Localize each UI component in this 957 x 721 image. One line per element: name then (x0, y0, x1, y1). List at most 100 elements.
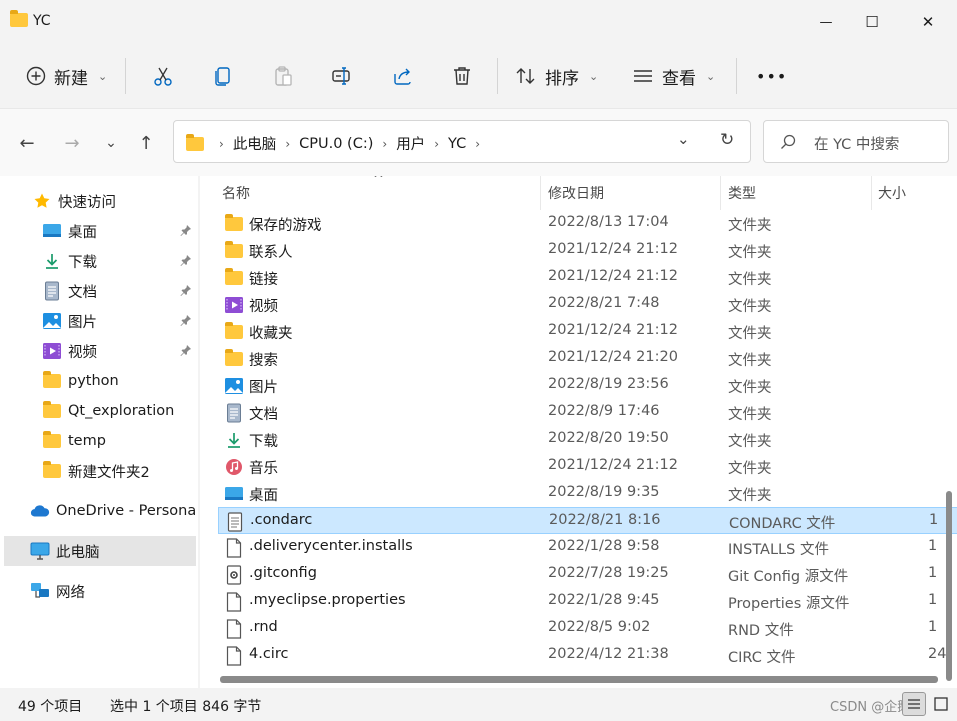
file-row[interactable]: 图片 2022/8/19 23:56 文件夹 (218, 372, 957, 399)
file-row[interactable]: 下载 2022/8/20 19:50 文件夹 (218, 426, 957, 453)
sidebar-item[interactable]: 快速访问 (4, 186, 196, 216)
tiles-view-button[interactable] (929, 692, 953, 716)
minimize-icon: — (819, 14, 833, 30)
minimize-button[interactable]: — (803, 6, 849, 38)
file-row[interactable]: 文档 2022/8/9 17:46 文件夹 (218, 399, 957, 426)
file-date-modified: 2022/8/9 17:46 (548, 403, 660, 419)
file-size: 1 (928, 538, 938, 554)
breadcrumb-yc[interactable]: YC (448, 136, 466, 152)
vertical-scrollbar[interactable] (946, 491, 952, 681)
file-row[interactable]: 联系人 2021/12/24 21:12 文件夹 (218, 237, 957, 264)
pin-icon (180, 344, 192, 360)
address-bar[interactable]: › 此电脑 › CPU.0 (C:) › 用户 › YC › ⌄ ↻ (173, 120, 751, 163)
new-button[interactable]: 新建 ⌄ (26, 58, 107, 94)
sidebar-item[interactable]: Qt_exploration (4, 396, 196, 426)
copy-button[interactable] (212, 58, 234, 94)
sidebar-item[interactable]: 新建文件夹2 (4, 456, 196, 486)
sidebar-item[interactable]: OneDrive - Persona (4, 496, 196, 526)
maximize-button[interactable]: ☐ (849, 6, 895, 38)
close-button[interactable]: ✕ (905, 6, 951, 38)
sidebar-item-label: 新建文件夹2 (68, 464, 150, 481)
refresh-button[interactable]: ↻ (720, 130, 734, 150)
sidebar-item-label: 图片 (68, 314, 97, 331)
sidebar-item[interactable]: 下载 (4, 246, 196, 276)
address-dropdown-button[interactable]: ⌄ (677, 130, 690, 148)
breadcrumb-separator[interactable]: › (219, 137, 224, 151)
column-header-size[interactable]: 大小 (878, 176, 938, 210)
rename-button[interactable] (331, 58, 353, 94)
forward-arrow-icon: → (64, 132, 80, 154)
sidebar-item[interactable]: 文档 (4, 276, 196, 306)
file-type: CONDARC 文件 (729, 516, 836, 532)
search-icon (781, 134, 796, 149)
chevron-down-icon: ⌄ (706, 69, 716, 83)
onedrive-icon (30, 501, 50, 521)
breadcrumb-separator[interactable]: › (382, 137, 387, 151)
view-button[interactable]: 查看 ⌄ (632, 58, 715, 94)
sidebar-item[interactable]: 桌面 (4, 216, 196, 246)
sidebar-item-label: Qt_exploration (68, 403, 175, 419)
file-row[interactable]: 链接 2021/12/24 21:12 文件夹 (218, 264, 957, 291)
chevron-down-icon: ⌄ (98, 69, 108, 83)
column-divider[interactable] (871, 176, 872, 210)
maximize-icon: ☐ (865, 13, 879, 31)
search-input[interactable]: 在 YC 中搜索 (763, 120, 949, 163)
file-row[interactable]: .myeclipse.properties 2022/1/28 9:45 Prope… (218, 588, 957, 615)
column-header-date[interactable]: 修改日期 (548, 176, 718, 210)
file-row[interactable]: 4.circ 2022/4/12 21:38 CIRC 文件 24 (218, 642, 957, 669)
file-type: 文件夹 (728, 380, 772, 396)
pin-icon (180, 224, 192, 240)
file-size: 1 (928, 619, 938, 635)
sidebar-item[interactable]: 视频 (4, 336, 196, 366)
delete-button[interactable] (451, 58, 473, 94)
file-row[interactable]: 视频 2022/8/21 7:48 文件夹 (218, 291, 957, 318)
breadcrumb-this-pc[interactable]: 此电脑 (233, 133, 277, 154)
cut-button[interactable] (152, 58, 174, 94)
sidebar-item[interactable]: 此电脑 (4, 536, 196, 566)
sidebar-item[interactable]: 网络 (4, 576, 196, 606)
sort-label: 排序 (545, 68, 579, 89)
sidebar-item[interactable]: python (4, 366, 196, 396)
file-row[interactable]: .condarc 2022/8/21 8:16 CONDARC 文件 1 (218, 507, 957, 534)
horizontal-scrollbar[interactable] (220, 676, 938, 683)
breadcrumb-separator[interactable]: › (285, 137, 290, 151)
share-button[interactable] (392, 58, 414, 94)
column-divider[interactable] (720, 176, 721, 210)
file-row[interactable]: 音乐 2021/12/24 21:12 文件夹 (218, 453, 957, 480)
recent-locations-button[interactable]: ⌄ (99, 131, 123, 155)
sort-ascending-icon: ^ (373, 176, 384, 187)
file-row[interactable]: 桌面 2022/8/19 9:35 文件夹 (218, 480, 957, 507)
column-header-date-label: 修改日期 (548, 186, 604, 202)
file-row[interactable]: .deliverycenter.installs 2022/1/28 9:58 IN… (218, 534, 957, 561)
paste-button[interactable] (272, 58, 294, 94)
breadcrumb-separator[interactable]: › (475, 137, 480, 151)
breadcrumb-drive[interactable]: CPU.0 (C:) (299, 136, 373, 152)
more-button[interactable]: ••• (756, 58, 787, 94)
file-row[interactable]: 搜索 2021/12/24 21:20 文件夹 (218, 345, 957, 372)
status-bar: 49 个项目 选中 1 个项目 846 字节 CSDN @企鹅75 (0, 688, 957, 721)
selection-info: 选中 1 个项目 846 字节 (110, 699, 262, 715)
back-button[interactable]: ← (15, 131, 39, 155)
sidebar-item[interactable]: temp (4, 426, 196, 456)
file-row[interactable]: 保存的游戏 2022/8/13 17:04 文件夹 (218, 210, 957, 237)
details-view-button[interactable] (902, 692, 926, 716)
file-row[interactable]: .gitconfig 2022/7/28 19:25 Git Config 源文件 1 (218, 561, 957, 588)
folder-icon (224, 241, 244, 261)
sort-button[interactable]: 排序 ⌄ (515, 58, 598, 94)
videos-icon (42, 341, 62, 361)
up-button[interactable]: ↑ (134, 131, 158, 155)
file-row[interactable]: .rnd 2022/8/5 9:02 RND 文件 1 (218, 615, 957, 642)
breadcrumb-separator[interactable]: › (434, 137, 439, 151)
rename-icon (332, 67, 350, 85)
back-arrow-icon: ← (19, 132, 35, 154)
column-header-size-label: 大小 (878, 186, 906, 202)
forward-button[interactable]: → (60, 131, 84, 155)
file-row[interactable]: 收藏夹 2021/12/24 21:12 文件夹 (218, 318, 957, 345)
pictures-icon (224, 376, 244, 396)
breadcrumb-users[interactable]: 用户 (396, 133, 425, 154)
column-header-type[interactable]: 类型 (728, 176, 868, 210)
folder-icon (42, 461, 62, 481)
toolbar-divider (497, 58, 498, 94)
sidebar-item[interactable]: 图片 (4, 306, 196, 336)
column-divider[interactable] (540, 176, 541, 210)
